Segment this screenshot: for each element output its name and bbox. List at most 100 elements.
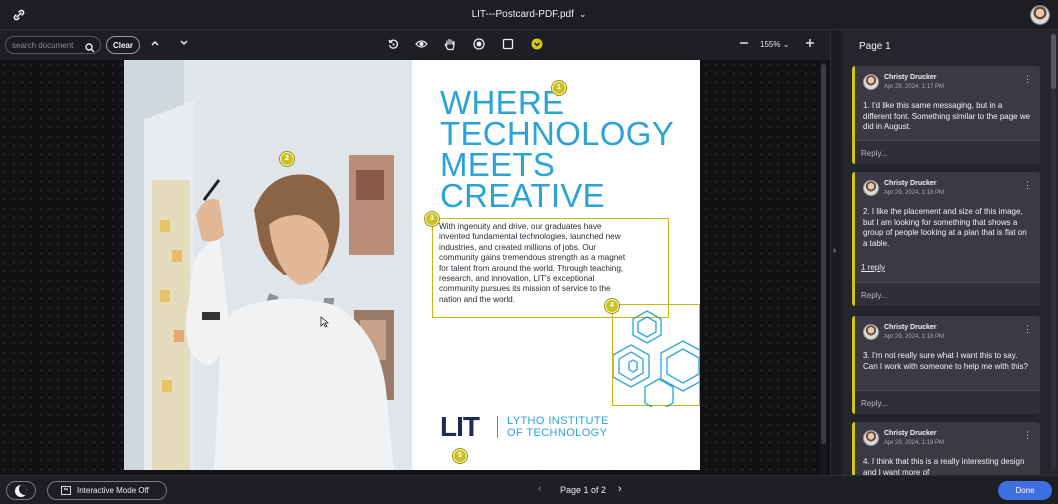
- canvas-scrollbar[interactable]: [820, 60, 827, 475]
- moon-icon: [15, 485, 27, 497]
- body-text-line: invented fundamental technologies, launc…: [439, 232, 621, 242]
- more-options-icon[interactable]: ⋮: [1023, 430, 1032, 441]
- zoom-in-icon[interactable]: [803, 38, 817, 52]
- theme-toggle[interactable]: [6, 481, 36, 500]
- chevron-right-icon: ›: [833, 245, 836, 255]
- comment-card[interactable]: Christy Drucker Apr 29, 2024, 1:19 PM ⋮ …: [852, 422, 1040, 475]
- lit-logo-name-line: LYTHO INSTITUTE: [507, 415, 609, 427]
- bottom-bar: ⇆ Interactive Mode Off ‹ Page 1 of 2 › D…: [0, 475, 1058, 504]
- body-text-line: community gains tremendous strength as a…: [439, 253, 626, 263]
- mouse-cursor-icon: [320, 316, 329, 328]
- reply-field[interactable]: Reply...: [855, 140, 1040, 164]
- zoom-level-value: 155%: [760, 40, 781, 49]
- done-button[interactable]: Done: [998, 481, 1052, 500]
- body-text-line: community pursues its mission of service…: [439, 284, 611, 294]
- comment-card[interactable]: Christy Drucker Apr 29, 2024, 1:18 PM ⋮ …: [852, 172, 1040, 306]
- search-icon[interactable]: [85, 40, 95, 53]
- chevron-right-icon[interactable]: ›: [618, 483, 622, 495]
- reply-field[interactable]: Reply...: [855, 282, 1040, 306]
- comment-author: Christy Drucker: [884, 180, 937, 187]
- comment-pin-1[interactable]: 1: [552, 81, 566, 95]
- comment-date: Apr 29, 2024, 1:17 PM: [884, 84, 945, 90]
- reply-placeholder: Reply...: [861, 291, 888, 300]
- clear-button[interactable]: Clear: [106, 36, 140, 54]
- body-text-line: With ingenuity and drive, our graduates …: [439, 222, 602, 231]
- chevron-down-icon[interactable]: [177, 38, 191, 52]
- document-toolbar: Clear 155% ⌄: [0, 30, 830, 60]
- headline[interactable]: WHERE TECHNOLOGY MEETS CREATIVE: [440, 84, 690, 214]
- reply-placeholder: Reply...: [861, 399, 888, 408]
- interactive-mode-icon: ⇆: [61, 486, 71, 495]
- more-options-icon[interactable]: ⋮: [1023, 324, 1032, 335]
- panel-scrollbar-thumb[interactable]: [1051, 34, 1056, 89]
- eye-icon[interactable]: [414, 38, 428, 52]
- avatar: [863, 430, 879, 446]
- rotate-icon[interactable]: [386, 38, 400, 52]
- lit-logo-name-line: OF TECHNOLOGY: [507, 427, 608, 439]
- panel-title: Page 1: [859, 41, 891, 52]
- top-bar: LIT---Postcard-PDF.pdf ⌄: [0, 0, 1058, 30]
- more-options-icon[interactable]: ⋮: [1023, 180, 1032, 191]
- hand-icon[interactable]: [443, 38, 457, 52]
- lit-logo-mark: LIT: [440, 411, 480, 442]
- comment-date: Apr 29, 2024, 1:18 PM: [884, 334, 945, 340]
- comment-pin-5[interactable]: 5: [453, 449, 467, 463]
- comment-pin-icon[interactable]: [530, 38, 544, 52]
- square-icon[interactable]: [501, 38, 515, 52]
- comment-pin-4[interactable]: 4: [605, 299, 619, 313]
- more-options-icon[interactable]: ⋮: [1023, 74, 1032, 85]
- chevron-up-icon[interactable]: [148, 38, 162, 52]
- reply-placeholder: Reply...: [861, 149, 888, 158]
- body-text-line: research, and innovation, LIT's exceptio…: [439, 274, 595, 284]
- pdf-page[interactable]: WHERE TECHNOLOGY MEETS CREATIVE With ing…: [124, 60, 700, 470]
- comment-card[interactable]: Christy Drucker Apr 29, 2024, 1:18 PM ⋮ …: [852, 316, 1040, 414]
- page-indicator: Page 1 of 2: [560, 485, 607, 495]
- panel-scrollbar[interactable]: [1051, 34, 1056, 470]
- avatar: [863, 324, 879, 340]
- hexagon-graphic-annotation[interactable]: [612, 304, 700, 412]
- lit-logo-name: LYTHO INSTITUTE OF TECHNOLOGY: [507, 415, 609, 439]
- comment-author: Christy Drucker: [884, 324, 937, 331]
- headline-line: TECHNOLOGY: [440, 115, 675, 152]
- user-avatar[interactable]: [1030, 5, 1050, 25]
- avatar: [863, 74, 879, 90]
- comment-date: Apr 29, 2024, 1:19 PM: [884, 440, 945, 446]
- hexagon-graphic: [612, 310, 700, 412]
- chevron-down-icon: ⌄: [578, 9, 587, 19]
- comment-pin-2[interactable]: 2: [280, 152, 294, 166]
- zoom-level[interactable]: 155% ⌄: [760, 40, 789, 49]
- headline-line: WHERE: [440, 84, 565, 121]
- logo-divider: [497, 416, 498, 438]
- replies-link[interactable]: 1 reply: [855, 254, 1040, 282]
- body-text-annotation[interactable]: With ingenuity and drive, our graduates …: [432, 218, 669, 318]
- comment-text: 2. I like the placement and size of this…: [863, 207, 1027, 248]
- comment-text: 4. I think that this is a really interes…: [863, 457, 1025, 475]
- reply-field[interactable]: Reply...: [855, 390, 1040, 414]
- lit-logo[interactable]: LIT LYTHO INSTITUTE OF TECHNOLOGY: [440, 412, 660, 442]
- record-icon[interactable]: [472, 38, 486, 52]
- headline-line: CREATIVE: [440, 177, 605, 214]
- student-photo[interactable]: [124, 60, 412, 470]
- file-title[interactable]: LIT---Postcard-PDF.pdf ⌄: [0, 9, 1058, 20]
- comment-text: 3. I'm not really sure what I want this …: [863, 351, 1028, 371]
- chevron-left-icon[interactable]: ‹: [538, 483, 542, 495]
- canvas-scrollbar-thumb[interactable]: [821, 64, 826, 444]
- comment-accent: [852, 422, 855, 475]
- comment-date: Apr 29, 2024, 1:18 PM: [884, 190, 945, 196]
- file-title-text: LIT---Postcard-PDF.pdf: [471, 9, 574, 20]
- search-input[interactable]: [12, 39, 82, 52]
- pdf-review-app: LIT---Postcard-PDF.pdf ⌄ Clear: [0, 0, 1058, 504]
- comments-panel: Page 1 Christy Drucker Apr 29, 2024, 1:1…: [842, 30, 1058, 475]
- interactive-mode-button[interactable]: ⇆ Interactive Mode Off: [47, 481, 167, 500]
- replies-count: 1 reply: [861, 263, 886, 272]
- comment-author: Christy Drucker: [884, 74, 937, 81]
- headline-line: MEETS: [440, 146, 556, 183]
- comment-text: 1. I'd like this same messaging, but in …: [863, 101, 1031, 131]
- avatar: [863, 180, 879, 196]
- body-text-line: industries, and created millions of jobs…: [439, 242, 597, 252]
- panel-collapse-handle[interactable]: ›: [830, 30, 842, 475]
- zoom-out-icon[interactable]: [737, 38, 751, 52]
- comment-card[interactable]: Christy Drucker Apr 29, 2024, 1:17 PM ⋮ …: [852, 66, 1040, 164]
- search-box: [5, 36, 101, 54]
- comment-pin-3[interactable]: 3: [425, 212, 439, 226]
